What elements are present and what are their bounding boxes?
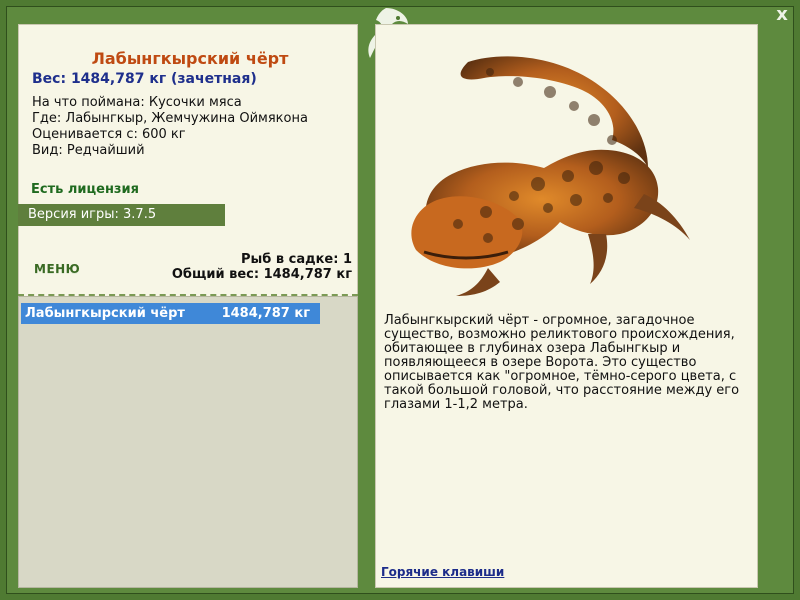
location-info: Где: Лабынгкыр, Жемчужина Оймякона <box>32 111 308 126</box>
fish-count: Рыб в садке: 1 <box>240 252 352 267</box>
game-version: Версия игры: 3.7.5 <box>18 204 225 226</box>
fish-description: Лабынгкырский чёрт - огромное, загадочно… <box>384 313 740 412</box>
license-status: Есть лицензия <box>31 182 139 197</box>
fish-weight: Вес: 1484,787 кг (зачетная) <box>32 71 257 87</box>
salamander-image <box>411 56 690 296</box>
valuation-info: Оценивается с: 600 кг <box>32 127 186 142</box>
total-weight: Общий вес: 1484,787 кг <box>171 267 352 282</box>
hotkeys-link[interactable]: Горячие клавиши <box>381 565 504 579</box>
list-item-weight: 1484,787 кг <box>221 306 310 321</box>
species-rarity-info: Вид: Редчайший <box>32 143 145 158</box>
close-button[interactable]: x <box>771 4 793 26</box>
bait-info: На что поймана: Кусочки мяса <box>32 95 242 110</box>
list-item[interactable]: Лабынгкырский чёрт 1484,787 кг <box>21 303 320 324</box>
fish-title: Лабынгкырский чёрт <box>91 49 289 68</box>
keepnet-stats: Рыб в садке: 1 Общий вес: 1484,787 кг <box>170 252 352 282</box>
keepnet-list-panel <box>18 296 358 588</box>
list-item-name: Лабынгкырский чёрт <box>25 306 185 321</box>
menu-button[interactable]: МЕНЮ <box>34 262 80 276</box>
list-divider <box>18 294 358 296</box>
catch-info: На что поймана: Кусочки мяса Где: Лабынг… <box>32 95 308 159</box>
